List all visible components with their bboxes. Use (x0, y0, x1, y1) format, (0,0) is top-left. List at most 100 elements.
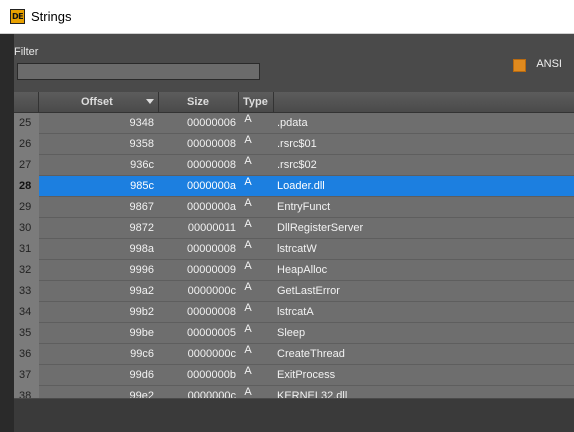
type-cell: A (244, 176, 252, 188)
offset-cell: 99a2 (129, 285, 154, 297)
offset-cell: 936c (130, 159, 154, 171)
row-index-cell: 29 (14, 197, 39, 218)
offset-cell: 99e2 (129, 390, 154, 398)
table-row[interactable]: 25 9348 00000006 A .pdata (14, 113, 574, 134)
strings-table: Offset Size Type 25 9348 00000006 A .pdata 26… (14, 92, 574, 398)
type-cell: A (244, 218, 252, 230)
offset-cell: 99b2 (129, 306, 154, 318)
size-cell: 0000000c (187, 390, 236, 398)
ansi-label[interactable]: ANSI (536, 58, 562, 70)
type-cell: A (244, 197, 252, 209)
table-header: Offset Size Type (14, 92, 574, 113)
row-index-cell: 26 (14, 134, 39, 155)
table-row[interactable]: 29 9867 0000000a A EntryFunct (14, 197, 574, 218)
string-cell: lstrcatW (277, 243, 317, 255)
size-cell: 00000011 (187, 222, 236, 234)
string-cell: .pdata (277, 117, 308, 129)
size-cell: 00000008 (187, 243, 236, 255)
string-cell: .rsrc$02 (277, 159, 317, 171)
panel-footer (14, 399, 574, 432)
window-title: Strings (31, 9, 72, 24)
type-cell: A (244, 386, 252, 398)
type-cell: A (244, 113, 252, 125)
type-cell: A (244, 239, 252, 251)
row-index-cell: 32 (14, 260, 39, 281)
row-index-cell: 30 (14, 218, 39, 239)
size-cell: 00000009 (187, 264, 236, 276)
table-row[interactable]: 27 936c 00000008 A .rsrc$02 (14, 155, 574, 176)
row-index-cell: 25 (14, 113, 39, 134)
window-titlebar: DE Strings (0, 0, 574, 34)
offset-cell: 9867 (129, 201, 154, 213)
type-cell: A (244, 344, 252, 356)
offset-cell: 9358 (129, 138, 154, 150)
row-index-cell: 31 (14, 239, 39, 260)
table-row[interactable]: 28 985c 0000000a A Loader.dll (14, 176, 574, 197)
filter-label: Filter (14, 46, 39, 58)
table-row[interactable]: 33 99a2 0000000c A GetLastError (14, 281, 574, 302)
row-index-cell: 34 (14, 302, 39, 323)
table-row[interactable]: 32 9996 00000009 A HeapAlloc (14, 260, 574, 281)
offset-cell: 998a (129, 243, 154, 255)
size-cell: 0000000c (187, 348, 236, 360)
strings-panel: Filter ANSI Offset Size Type 25 9348 00000… (14, 34, 574, 432)
size-cell: 0000000c (187, 285, 236, 297)
table-row[interactable]: 36 99c6 0000000c A CreateThread (14, 344, 574, 365)
offset-cell: 9996 (129, 264, 154, 276)
row-index-cell: 35 (14, 323, 39, 344)
sort-descending-icon (146, 99, 154, 104)
type-cell: A (244, 155, 252, 167)
offset-cell: 99be (129, 327, 154, 339)
row-index-cell: 33 (14, 281, 39, 302)
table-row[interactable]: 30 9872 00000011 A DllRegisterServer (14, 218, 574, 239)
column-header-string[interactable] (274, 92, 574, 112)
type-cell: A (244, 302, 252, 314)
string-cell: Sleep (277, 327, 306, 339)
left-edge-background (0, 34, 14, 432)
column-header-offset[interactable]: Offset (39, 92, 159, 112)
column-header-offset-label: Offset (81, 96, 113, 108)
type-cell: A (244, 260, 252, 272)
offset-cell: 9348 (129, 117, 154, 129)
row-index-cell: 36 (14, 344, 39, 365)
type-cell: A (244, 281, 252, 293)
table-row[interactable]: 35 99be 00000005 A Sleep (14, 323, 574, 344)
string-cell: DllRegisterServer (277, 222, 364, 234)
row-index-cell: 38 (14, 386, 39, 398)
string-cell: lstrcatA (277, 306, 314, 318)
type-cell: A (244, 323, 252, 335)
type-cell: A (244, 365, 252, 377)
table-row[interactable]: 38 99e2 0000000c A KERNEL32.dll (14, 386, 574, 398)
string-cell: GetLastError (277, 285, 340, 297)
app-logo-icon: DE (10, 9, 25, 24)
table-body: 25 9348 00000006 A .pdata 26 9358 00000008 A .rsr… (14, 113, 574, 398)
size-cell: 00000008 (187, 138, 236, 150)
row-index-cell: 37 (14, 365, 39, 386)
size-cell: 00000005 (187, 327, 236, 339)
string-cell: EntryFunct (277, 201, 331, 213)
table-row[interactable]: 34 99b2 00000008 AlstrcatA (14, 302, 574, 323)
filter-input[interactable] (17, 63, 260, 80)
string-cell: ExitProcess (277, 369, 336, 381)
string-cell: Loader.dll (277, 180, 325, 192)
size-cell: 0000000a (187, 180, 236, 192)
table-row[interactable]: 31 998a 00000008 AlstrcatW (14, 239, 574, 260)
string-cell: HeapAlloc (277, 264, 328, 276)
size-cell: 00000008 (187, 306, 236, 318)
offset-cell: 99c6 (130, 348, 154, 360)
table-row[interactable]: 37 99d6 0000000b A ExitProcess (14, 365, 574, 386)
table-row[interactable]: 26 9358 00000008 A .rsrc$01 (14, 134, 574, 155)
offset-cell: 9872 (129, 222, 154, 234)
ansi-checkbox[interactable] (513, 59, 526, 72)
offset-cell: 99d6 (129, 369, 154, 381)
row-index-cell: 28 (14, 176, 39, 197)
string-cell: KERNEL32.dll (277, 390, 348, 398)
offset-cell: 985c (130, 180, 154, 192)
string-cell: .rsrc$01 (277, 138, 317, 150)
row-index-cell: 27 (14, 155, 39, 176)
type-cell: A (244, 134, 252, 146)
column-header-index[interactable] (14, 92, 39, 112)
size-cell: 0000000b (187, 369, 236, 381)
size-cell: 00000008 (187, 159, 236, 171)
column-header-size[interactable]: Size (159, 92, 239, 112)
